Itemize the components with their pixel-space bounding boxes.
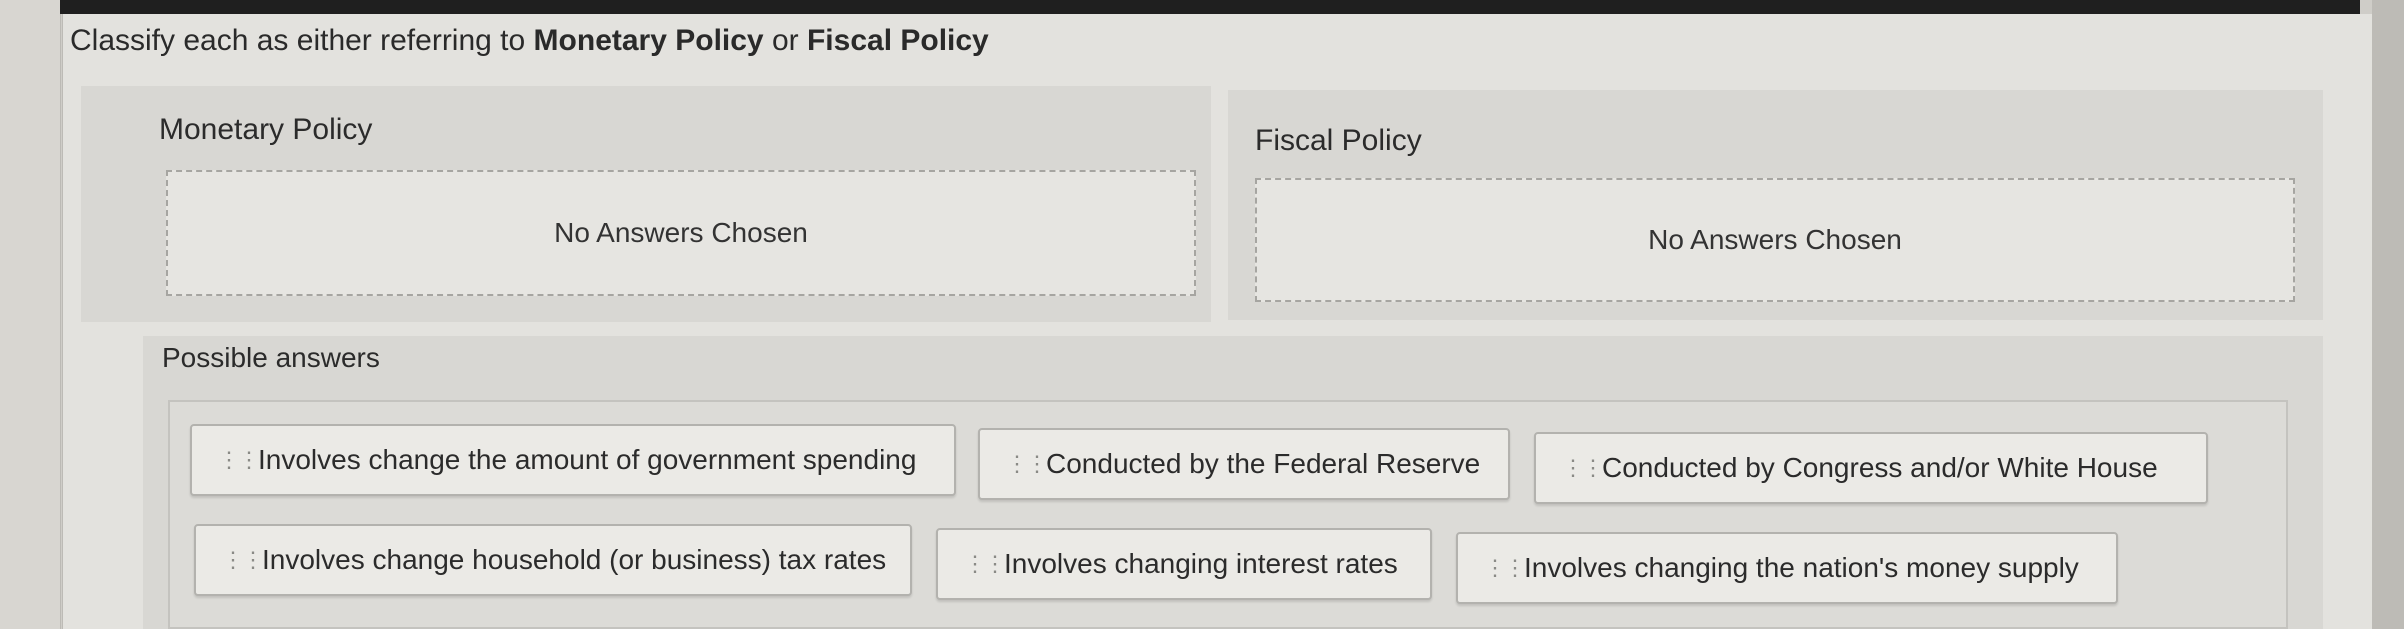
scrollbar-track[interactable] [2372,0,2404,629]
answer-chip-label: Involves changing interest rates [1004,548,1398,579]
left-edge [0,0,61,629]
answer-chip-money-supply[interactable]: ⋮⋮ Involves changing the nation's money … [1456,532,2118,604]
drop-zone-monetary[interactable]: No Answers Chosen [166,170,1196,296]
answer-chip-label: Involves changing the nation's money sup… [1524,552,2079,583]
drag-handle-icon[interactable]: ⋮⋮ [1006,453,1048,475]
question-prefix: Classify each as either referring to [70,24,534,57]
answer-chip-interest-rates[interactable]: ⋮⋮ Involves changing interest rates [936,528,1432,600]
question-term-fiscal: Fiscal Policy [806,24,989,57]
drag-handle-icon[interactable]: ⋮⋮ [964,553,1006,575]
answer-chip-label: Involves change household (or business) … [262,544,887,575]
answer-chip-label: Conducted by Congress and/or White House [1602,452,2158,483]
possible-answers-title: Possible answers [162,342,380,373]
answer-chip-tax-rates[interactable]: ⋮⋮ Involves change household (or busines… [194,524,912,596]
question-connector: or [763,24,807,57]
answer-chip-federal-reserve[interactable]: ⋮⋮ Conducted by the Federal Reserve [978,428,1510,500]
top-bar [60,0,2360,14]
drop-zone-fiscal[interactable]: No Answers Chosen [1255,178,2295,302]
question-term-monetary: Monetary Policy [533,24,764,57]
drag-handle-icon[interactable]: ⋮⋮ [218,449,260,471]
drag-handle-icon[interactable]: ⋮⋮ [1484,557,1526,579]
drag-handle-icon[interactable]: ⋮⋮ [1562,457,1604,479]
category-title-monetary: Monetary Policy [159,113,373,146]
empty-state-text: No Answers Chosen [554,217,808,248]
category-title-fiscal: Fiscal Policy [1255,124,1422,157]
answer-chip-label: Conducted by the Federal Reserve [1046,448,1481,479]
drag-handle-icon[interactable]: ⋮⋮ [222,549,264,571]
question-text: Classify each as either referring to Mon… [70,24,989,58]
answer-chip-label: Involves change the amount of government… [258,444,917,475]
empty-state-text: No Answers Chosen [1648,224,1902,255]
answer-chip-congress-white-house[interactable]: ⋮⋮ Conducted by Congress and/or White Ho… [1534,432,2208,504]
answer-chip-government-spending[interactable]: ⋮⋮ Involves change the amount of governm… [190,424,956,496]
